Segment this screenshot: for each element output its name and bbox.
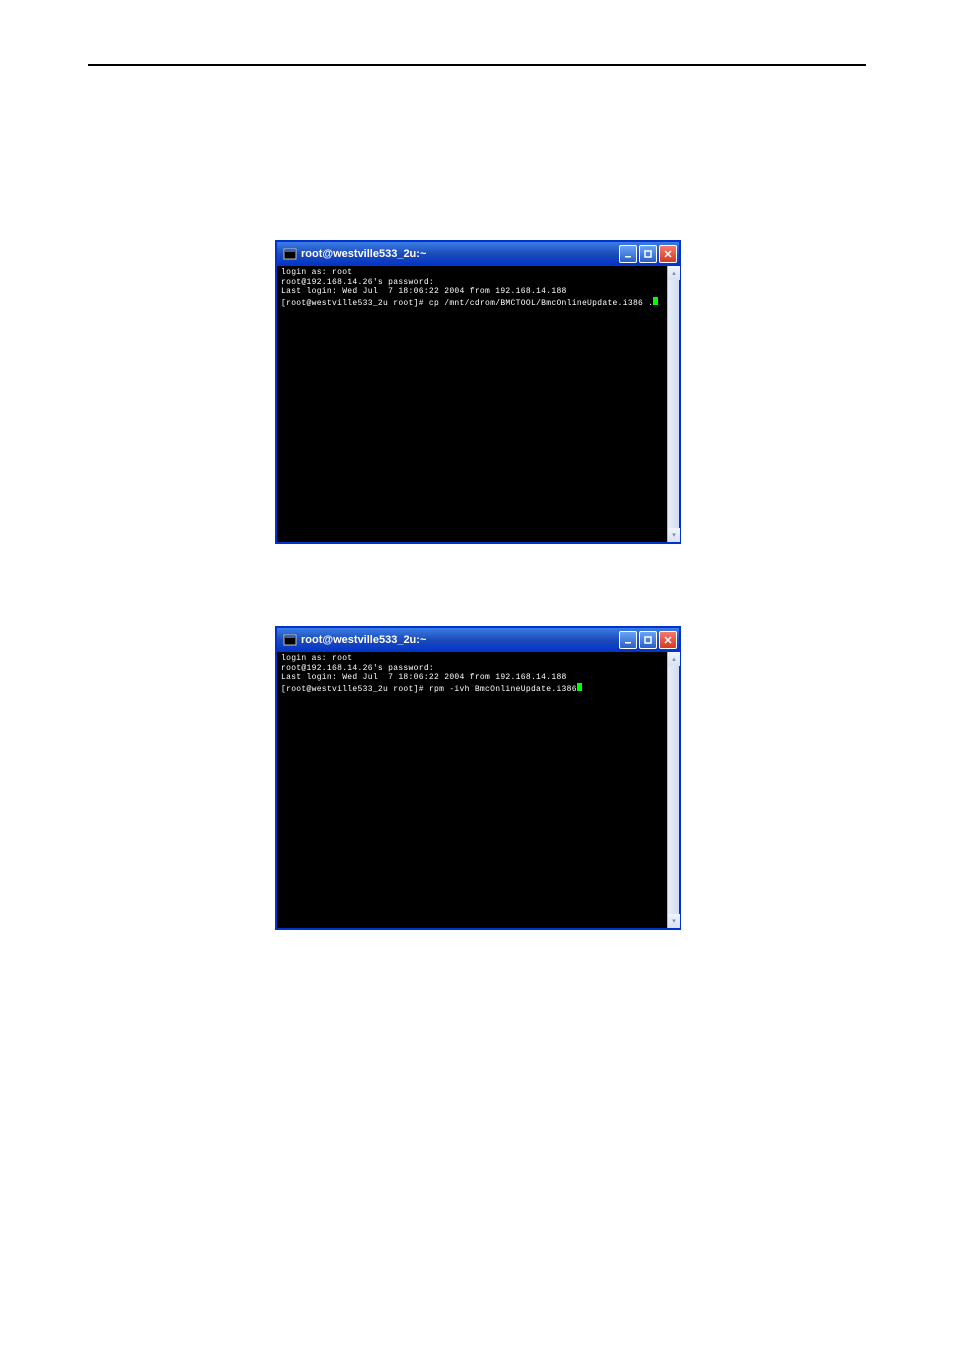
terminal-line: login as: root [281, 268, 352, 277]
window-title: root@westville533_2u:~ [301, 634, 426, 646]
maximize-button[interactable] [639, 245, 657, 263]
scroll-up-button[interactable]: ▴ [668, 652, 680, 666]
cursor-icon [577, 683, 582, 691]
terminal-content: login as: root root@192.168.14.26's pass… [281, 268, 675, 308]
terminal-line: [root@westville533_2u root]# rpm -ivh Bm… [281, 685, 577, 694]
scroll-down-button[interactable]: ▾ [668, 528, 680, 542]
terminal-line: root@192.168.14.26's password: [281, 664, 434, 673]
window-controls [619, 631, 677, 649]
window-title: root@westville533_2u:~ [301, 248, 426, 260]
terminal-line: login as: root [281, 654, 352, 663]
terminal-line: root@192.168.14.26's password: [281, 278, 434, 287]
horizontal-rule [88, 64, 866, 66]
titlebar-left: root@westville533_2u:~ [283, 633, 426, 647]
terminal-icon [283, 247, 297, 261]
close-button[interactable] [659, 245, 677, 263]
close-button[interactable] [659, 631, 677, 649]
scroll-up-button[interactable]: ▴ [668, 266, 680, 280]
terminal-content: login as: root root@192.168.14.26's pass… [281, 654, 675, 694]
terminal-body[interactable]: login as: root root@192.168.14.26's pass… [277, 652, 679, 928]
scrollbar[interactable]: ▴ ▾ [667, 652, 679, 928]
cursor-icon [653, 297, 658, 305]
minimize-button[interactable] [619, 245, 637, 263]
terminal-line: Last login: Wed Jul 7 18:06:22 2004 from… [281, 673, 567, 682]
window-controls [619, 245, 677, 263]
minimize-button[interactable] [619, 631, 637, 649]
scrollbar[interactable]: ▴ ▾ [667, 266, 679, 542]
titlebar[interactable]: root@westville533_2u:~ [277, 242, 679, 266]
titlebar[interactable]: root@westville533_2u:~ [277, 628, 679, 652]
maximize-button[interactable] [639, 631, 657, 649]
terminal-window-1: root@westville533_2u:~ login as: root ro… [275, 240, 681, 544]
terminal-icon [283, 633, 297, 647]
titlebar-left: root@westville533_2u:~ [283, 247, 426, 261]
terminal-line: [root@westville533_2u root]# cp /mnt/cdr… [281, 299, 653, 308]
terminal-body[interactable]: login as: root root@192.168.14.26's pass… [277, 266, 679, 542]
scroll-down-button[interactable]: ▾ [668, 914, 680, 928]
terminal-window-2: root@westville533_2u:~ login as: root ro… [275, 626, 681, 930]
terminal-line: Last login: Wed Jul 7 18:06:22 2004 from… [281, 287, 567, 296]
